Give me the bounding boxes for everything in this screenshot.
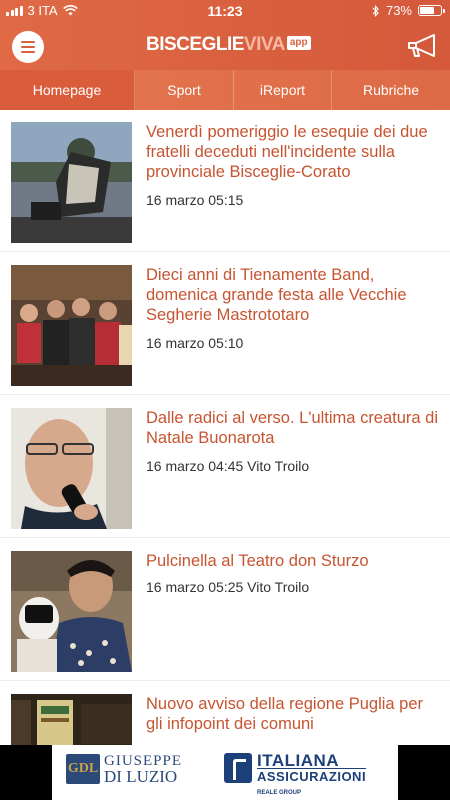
ad-sponsor-right[interactable]: ITALIANA ASSICURAZIONI REALE GROUP bbox=[224, 751, 367, 800]
article-meta: 16 marzo 04:45 Vito Troilo bbox=[146, 458, 310, 474]
tab-ireport[interactable]: iReport bbox=[234, 70, 332, 110]
article-item[interactable]: Venerdì pomeriggio le esequie dei due fr… bbox=[0, 110, 450, 252]
article-thumbnail bbox=[11, 122, 132, 243]
article-title[interactable]: Venerdì pomeriggio le esequie dei due fr… bbox=[146, 122, 442, 182]
article-title[interactable]: Dieci anni di Tienamente Band, domenica … bbox=[146, 265, 442, 325]
logo-badge: app bbox=[286, 36, 311, 50]
section-tabs: Homepage Sport iReport Rubriche bbox=[0, 70, 450, 110]
insurance-logo-icon bbox=[224, 753, 252, 783]
bluetooth-icon bbox=[372, 4, 379, 17]
sponsor-logo-icon: GDL bbox=[66, 754, 100, 784]
logo-text-part2: VIVA bbox=[243, 34, 285, 55]
article-meta: 16 marzo 05:25 Vito Troilo bbox=[146, 579, 310, 595]
sponsor-right-line1: ITALIANA bbox=[257, 751, 340, 770]
article-title[interactable]: Nuovo avviso della regione Puglia per gl… bbox=[146, 694, 442, 734]
sponsor-right-line2: ASSICURAZIONI bbox=[257, 768, 367, 784]
ad-content[interactable]: GDL GIUSEPPE DI LUZIO ITALIANA ASSICURAZ… bbox=[52, 745, 398, 800]
article-item[interactable]: Dalle radici al verso. L'ultima creatura… bbox=[0, 396, 450, 538]
tab-sport[interactable]: Sport bbox=[135, 70, 234, 110]
article-item[interactable]: Dieci anni di Tienamente Band, domenica … bbox=[0, 253, 450, 395]
article-item[interactable]: Pulcinella al Teatro don Sturzo 16 marzo… bbox=[0, 539, 450, 681]
sponsor-name-left: GIUSEPPE DI LUZIO bbox=[104, 753, 182, 785]
article-thumbnail bbox=[11, 265, 132, 386]
tab-rubriche[interactable]: Rubriche bbox=[332, 70, 450, 110]
app-header: 3 ITA 11:23 73% BISCEGLIE VIVA app bbox=[0, 0, 450, 70]
hamburger-menu-icon[interactable] bbox=[12, 31, 44, 63]
ad-banner[interactable]: GDL GIUSEPPE DI LUZIO ITALIANA ASSICURAZ… bbox=[0, 745, 450, 800]
ad-sponsor-left[interactable]: GDL GIUSEPPE DI LUZIO bbox=[66, 753, 182, 785]
article-title[interactable]: Pulcinella al Teatro don Sturzo bbox=[146, 551, 442, 571]
article-meta: 16 marzo 05:15 bbox=[146, 192, 244, 208]
sponsor-name-line2: DI LUZIO bbox=[104, 767, 178, 786]
battery-percent: 73% bbox=[385, 3, 412, 18]
tab-homepage[interactable]: Homepage bbox=[0, 70, 135, 110]
article-thumbnail bbox=[11, 408, 132, 529]
status-bar: 3 ITA 11:23 73% bbox=[0, 0, 450, 22]
article-thumbnail bbox=[11, 551, 132, 672]
sponsor-name-right: ITALIANA ASSICURAZIONI REALE GROUP bbox=[257, 751, 367, 800]
sponsor-right-line3: REALE GROUP bbox=[257, 790, 302, 796]
article-title[interactable]: Dalle radici al verso. L'ultima creatura… bbox=[146, 408, 442, 448]
battery-icon bbox=[418, 5, 445, 16]
megaphone-icon[interactable] bbox=[406, 31, 440, 61]
app-logo: BISCEGLIE VIVA app bbox=[146, 34, 311, 56]
logo-text-part1: BISCEGLIE bbox=[146, 34, 244, 55]
article-meta: 16 marzo 05:10 bbox=[146, 335, 244, 351]
